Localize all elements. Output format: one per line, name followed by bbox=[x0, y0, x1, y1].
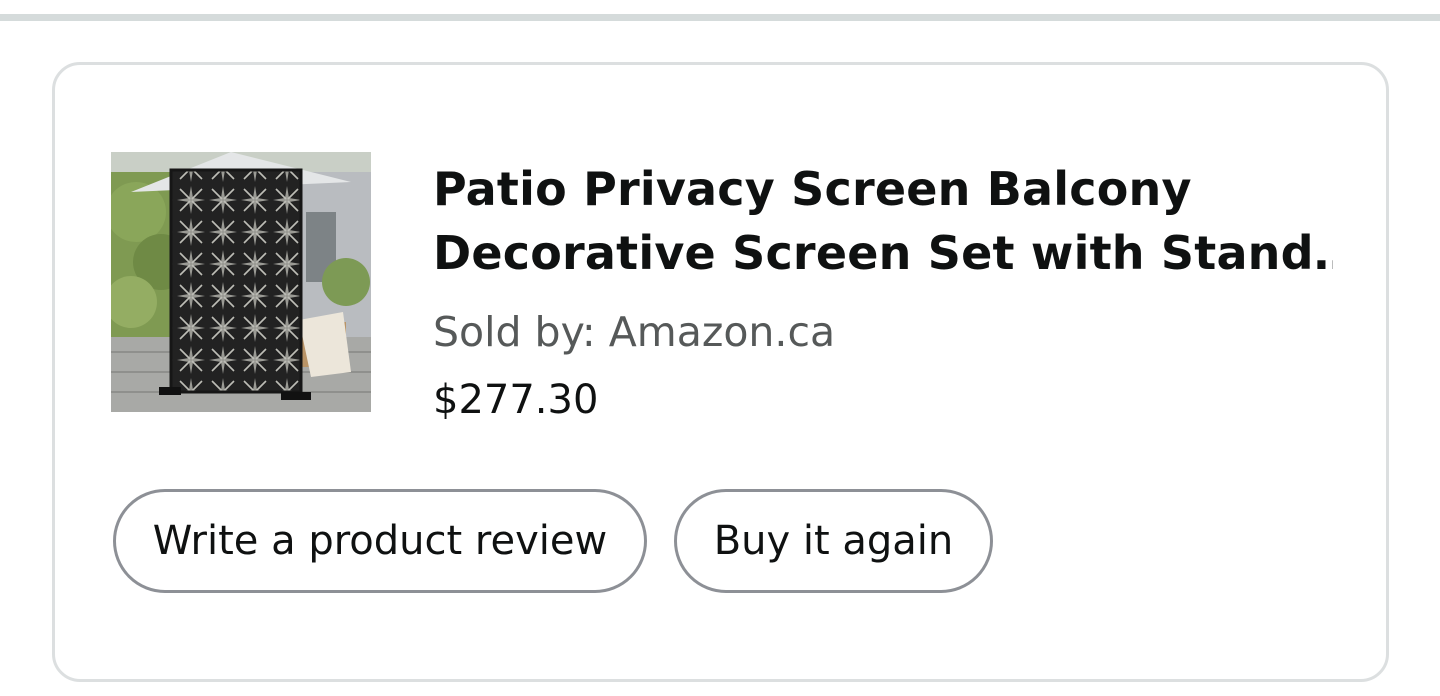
product-image[interactable] bbox=[111, 152, 371, 412]
order-item-card: Patio Privacy Screen Balcony Decorative … bbox=[52, 62, 1389, 682]
product-photo-illustration bbox=[111, 152, 371, 412]
seller-label: Sold by: Amazon.ca bbox=[433, 308, 836, 356]
section-divider bbox=[0, 14, 1440, 21]
price-label: $277.30 bbox=[433, 377, 599, 423]
buy-again-button[interactable]: Buy it again bbox=[674, 489, 993, 593]
write-review-button[interactable]: Write a product review bbox=[113, 489, 647, 593]
product-title-line2[interactable]: Decorative Screen Set with Stand… bbox=[433, 221, 1333, 285]
product-title-line1[interactable]: Patio Privacy Screen Balcony bbox=[433, 157, 1333, 221]
product-title[interactable]: Patio Privacy Screen Balcony Decorative … bbox=[433, 157, 1333, 285]
